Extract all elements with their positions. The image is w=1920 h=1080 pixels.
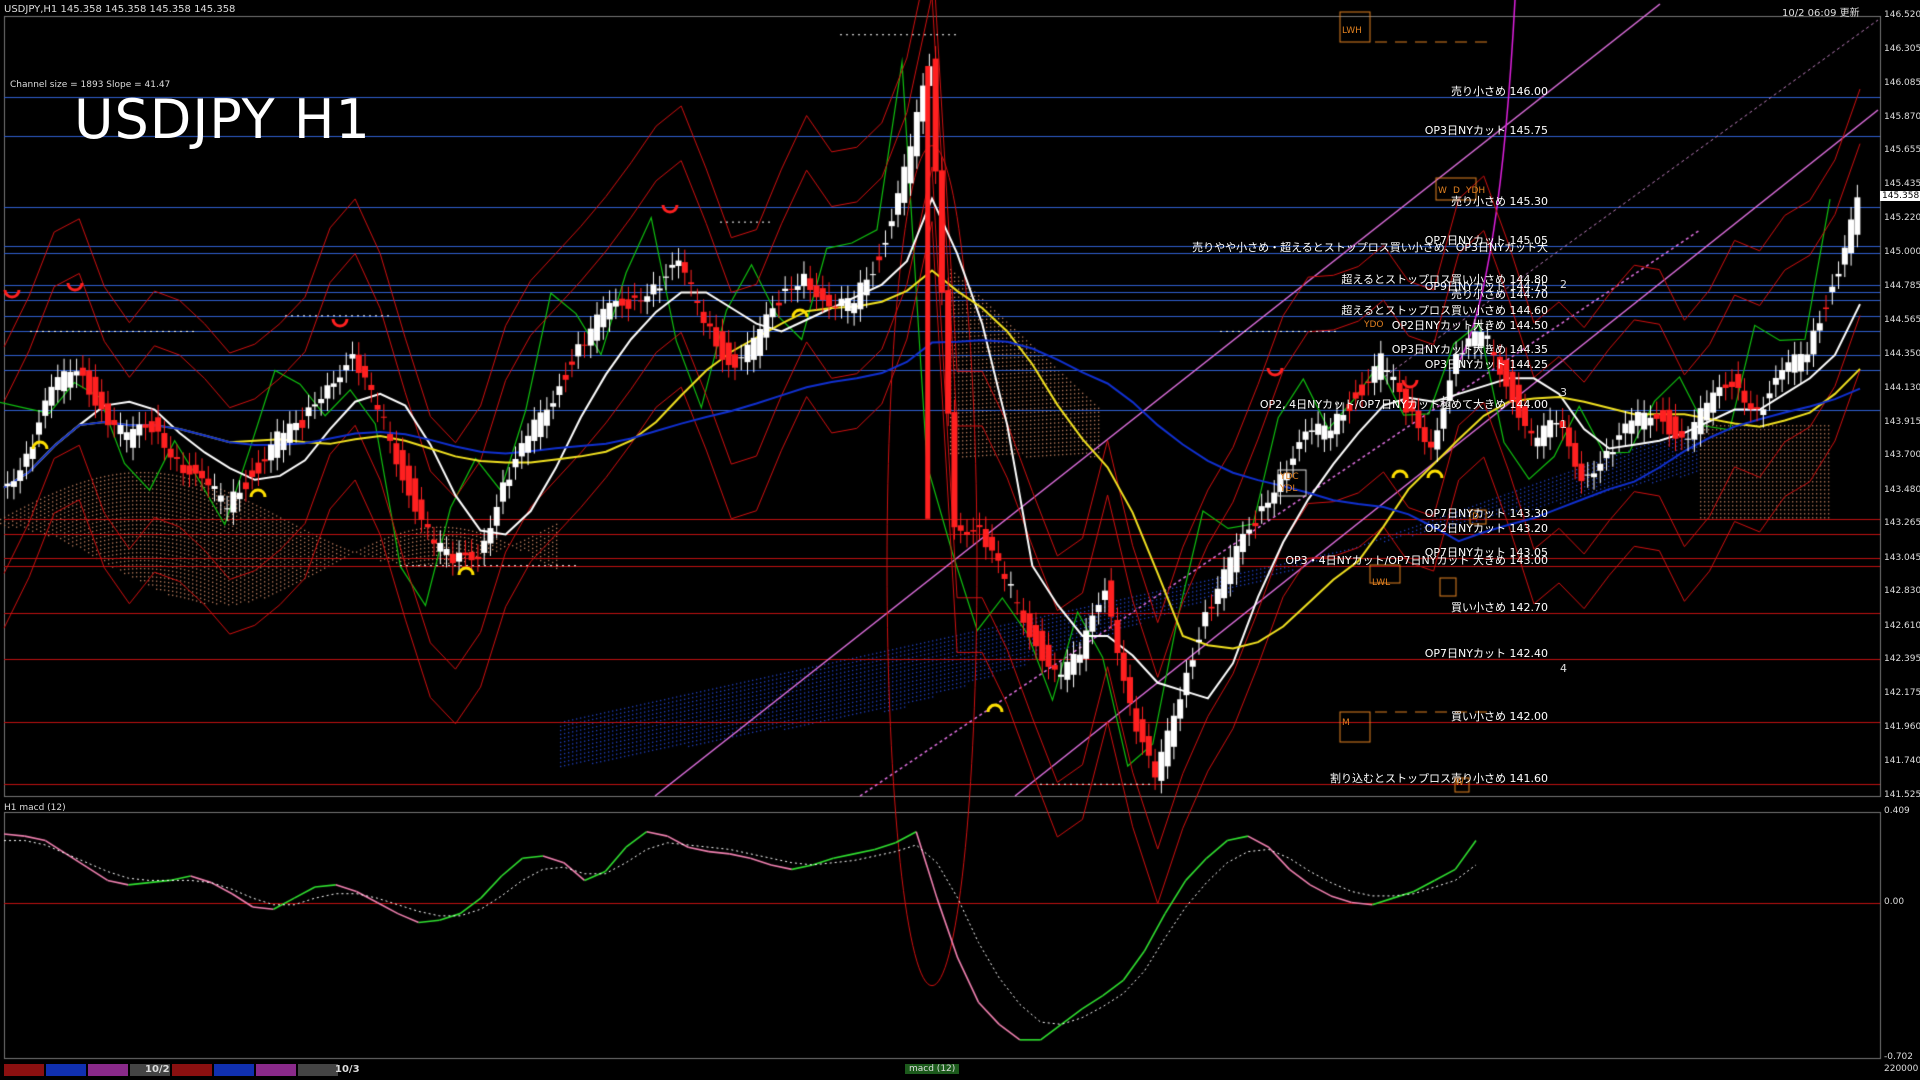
footer-segment [4, 1064, 44, 1076]
box-label: LWH [1342, 26, 1362, 36]
footer-segment [256, 1064, 296, 1076]
channel-number: 3 [1560, 386, 1567, 399]
footer-segment [46, 1064, 86, 1076]
price-tick: 143.045 [1884, 552, 1920, 563]
box-label: YDH [1466, 186, 1486, 196]
price-tick: 145.220 [1884, 213, 1920, 223]
level-label: 超えるとストップロス買い小さめ 144.60 [1341, 303, 1548, 317]
level-label: 売りやや小さめ・超えるとストップロス買い小さめ、OP3日NYカット大 [1192, 241, 1548, 255]
price-tick: 146.305 [1884, 43, 1920, 54]
price-tick: 144.785 [1884, 280, 1920, 291]
macd-tick: -0.702 [1884, 1052, 1914, 1062]
price-tick: 141.740 [1884, 756, 1920, 767]
chart-canvas[interactable] [0, 0, 1920, 1080]
level-label: OP3日NYカット 144.25 [1424, 358, 1548, 372]
footer-segment [298, 1064, 338, 1076]
price-tick: 145.435 [1884, 179, 1920, 190]
box-label: YDC [1280, 472, 1299, 482]
footer-segment [172, 1064, 212, 1076]
box-label: W [1438, 186, 1447, 196]
price-tick: 143.700 [1884, 450, 1920, 461]
level-label: OP3日NYカット大きめ 144.35 [1391, 342, 1548, 356]
box-label: D [1453, 186, 1460, 196]
timestamp: 10/2 06:09 更新 [1782, 8, 1860, 19]
price-tick: 146.520 [1884, 10, 1920, 20]
price-tick: 145.000 [1884, 247, 1920, 258]
price-tick: 142.830 [1884, 586, 1920, 597]
current-price-tag: 145.358 [1880, 191, 1920, 202]
footer-date: 10/2 [145, 1064, 170, 1075]
price-tick: 143.480 [1884, 484, 1920, 495]
footer-bar: 10/2 10/3 macd (12) 220000 [0, 1062, 1920, 1080]
price-tick: 144.130 [1884, 383, 1920, 394]
price-tick: 142.610 [1884, 620, 1920, 631]
box-label: M [1342, 718, 1350, 728]
channel-number: 2 [1560, 278, 1567, 291]
channel-number: 4 [1560, 662, 1567, 675]
footer-date: 10/3 [335, 1064, 360, 1075]
box-label: YDO [1364, 320, 1384, 330]
macd-tick: 0.409 [1884, 806, 1910, 816]
level-label: OP2日NYカット大きめ 144.50 [1391, 319, 1548, 333]
symbol-info: USDJPY,H1 145.358 145.358 145.358 145.35… [4, 4, 236, 15]
chart-title: USDJPY H1 [74, 88, 371, 151]
price-tick: 144.350 [1884, 348, 1920, 359]
level-label: OP7日NYカット 142.40 [1424, 647, 1548, 661]
price-tick: 141.960 [1884, 722, 1920, 733]
level-label: 売り小さめ 144.70 [1451, 288, 1548, 302]
price-tick: 142.175 [1884, 688, 1920, 699]
level-label: OP2日NYカット 143.20 [1424, 522, 1548, 536]
level-label: OP3日NYカット 145.75 [1424, 124, 1548, 138]
level-label: OP3・4日NYカット/OP7日NYカット 大きめ 143.00 [1285, 553, 1548, 567]
price-tick: 143.915 [1884, 416, 1920, 427]
box-label: LWL [1372, 578, 1391, 588]
footer-segment [214, 1064, 254, 1076]
level-label: 買い小さめ 142.70 [1451, 600, 1548, 614]
volume-label: 220000 [1884, 1064, 1919, 1074]
macd-tab[interactable]: macd (12) [905, 1064, 960, 1074]
level-label: OP7日NYカット 143.30 [1424, 506, 1548, 520]
price-tick: 144.565 [1884, 315, 1920, 326]
footer-segment [88, 1064, 128, 1076]
macd-tick: 0.00 [1884, 896, 1905, 907]
macd-panel-label: H1 macd (12) [4, 803, 66, 813]
price-tick: 146.085 [1884, 77, 1920, 88]
box-label: YDL [1280, 484, 1298, 494]
price-tick: 145.655 [1884, 145, 1920, 156]
box-label: D [1472, 512, 1479, 522]
price-tick: 142.395 [1884, 654, 1920, 665]
level-label: 割り込むとストップロス売り小さめ 141.60 [1330, 772, 1548, 786]
channel-number: 1 [1560, 418, 1567, 431]
price-tick: 143.265 [1884, 518, 1920, 529]
level-label: OP2, 4日NYカット/OP7日NYカット極めて大きめ 144.00 [1259, 397, 1548, 411]
price-tick: 145.870 [1884, 111, 1920, 122]
box-label: W [1455, 778, 1464, 788]
level-label: 売り小さめ 146.00 [1451, 85, 1548, 99]
price-tick: 141.525 [1884, 790, 1920, 800]
level-label: 買い小さめ 142.00 [1451, 709, 1548, 723]
